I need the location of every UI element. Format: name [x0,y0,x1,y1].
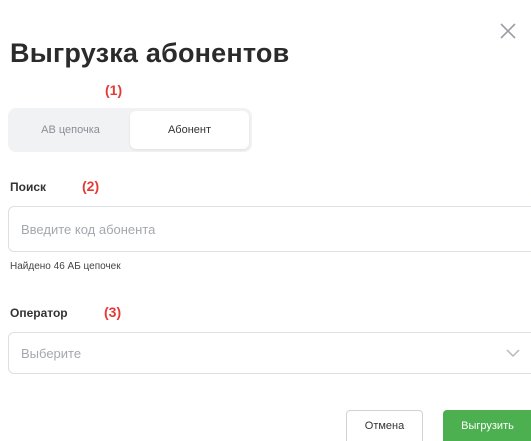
operator-select[interactable]: Выберите [8,332,531,374]
annotation-marker-2: (2) [82,178,100,194]
operator-select-placeholder: Выберите [21,345,82,361]
close-icon[interactable] [497,20,519,42]
close-icon-glyph [500,23,516,39]
export-button[interactable]: Выгрузить [443,410,531,441]
search-input[interactable] [8,206,531,252]
search-label: Поиск [10,180,47,194]
cancel-button[interactable]: Отмена [346,410,423,441]
annotation-marker-3: (3) [104,304,122,320]
annotation-marker-1: (1) [105,82,123,98]
mode-switch: АВ цепочка Абонент [8,108,252,152]
search-result-count: Найдено 46 АБ цепочек [10,261,121,272]
tab-ab-chain[interactable]: АВ цепочка [11,111,130,149]
chevron-down-icon [505,347,521,359]
operator-label: Оператор [10,306,68,320]
dialog-title: Выгрузка абонентов [10,38,290,68]
tab-subscriber[interactable]: Абонент [130,111,249,149]
